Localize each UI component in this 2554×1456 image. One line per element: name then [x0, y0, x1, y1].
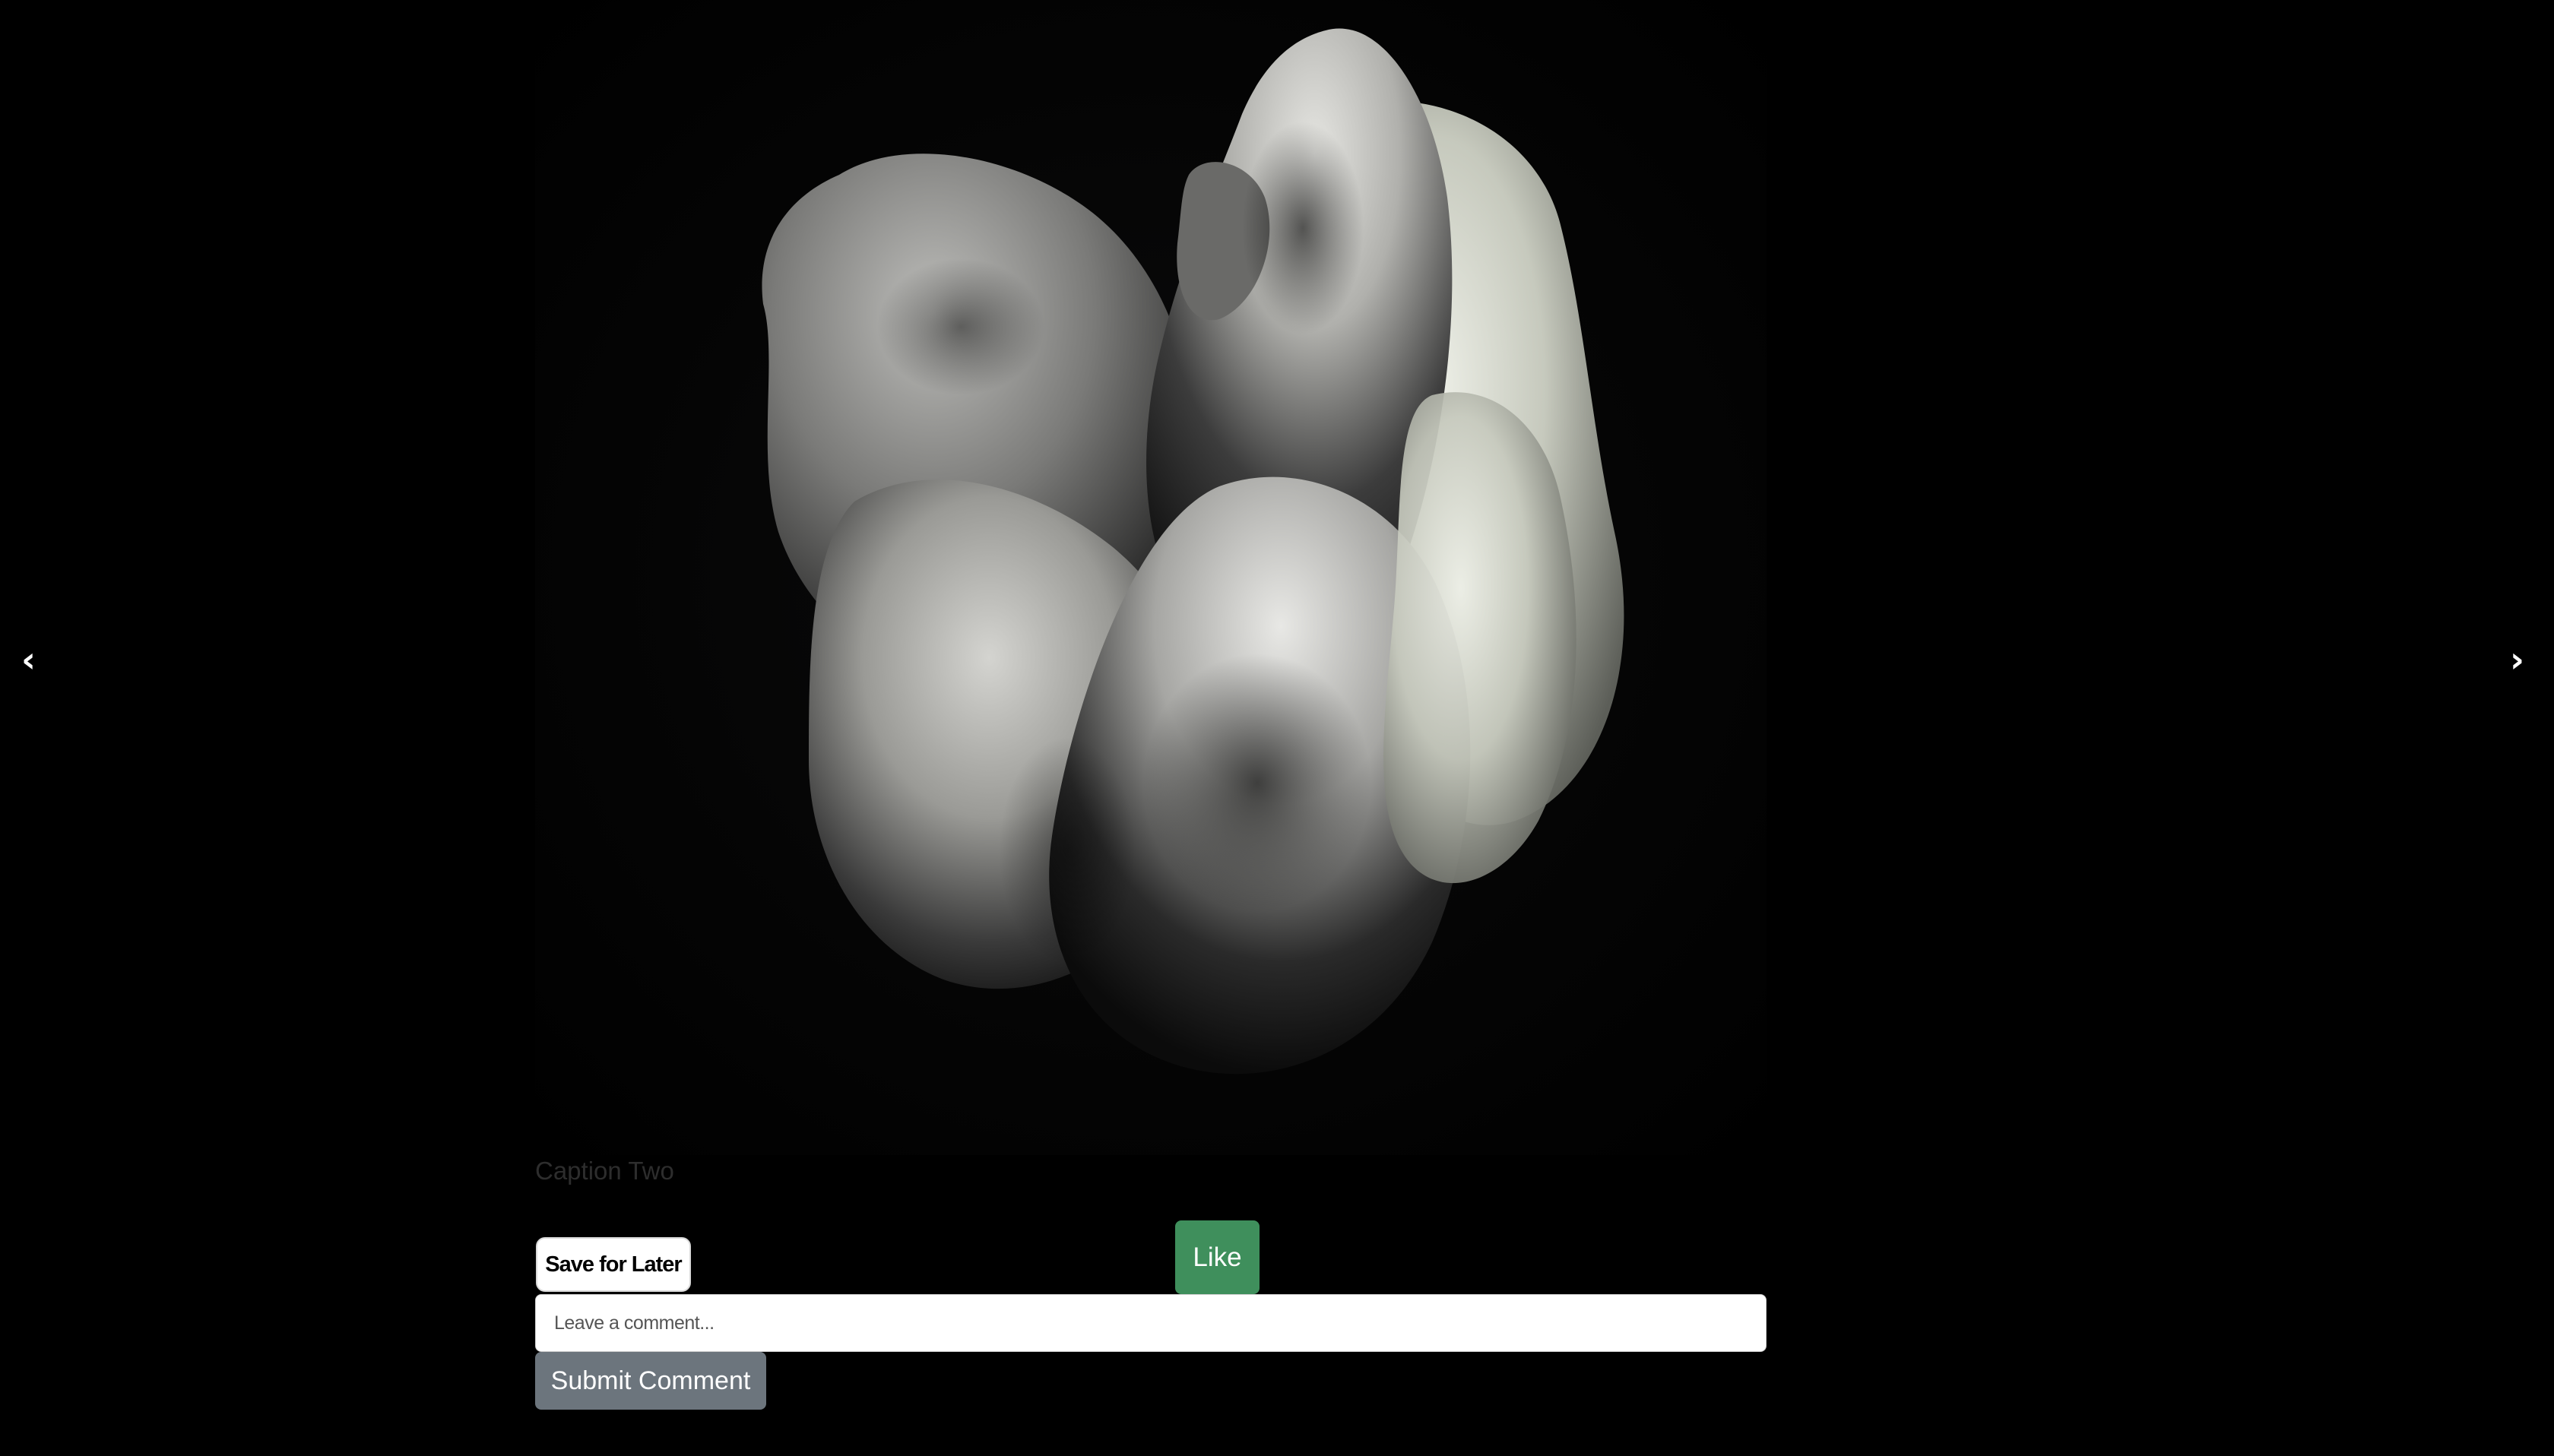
- submit-comment-button[interactable]: Submit Comment: [535, 1352, 766, 1410]
- gallery-page: ‹ › Caption Two Save for Later Like Leav…: [0, 0, 2554, 1456]
- save-for-later-button[interactable]: Save for Later: [536, 1237, 691, 1292]
- like-button[interactable]: Like: [1175, 1220, 1260, 1294]
- image-caption: Caption Two: [535, 1157, 674, 1185]
- previous-arrow-icon[interactable]: ‹: [21, 642, 36, 677]
- next-arrow-icon[interactable]: ›: [2510, 642, 2524, 677]
- comment-input[interactable]: [535, 1294, 1767, 1352]
- sculpture-image-icon: [762, 28, 1624, 1075]
- gallery-image: [535, 0, 1767, 1155]
